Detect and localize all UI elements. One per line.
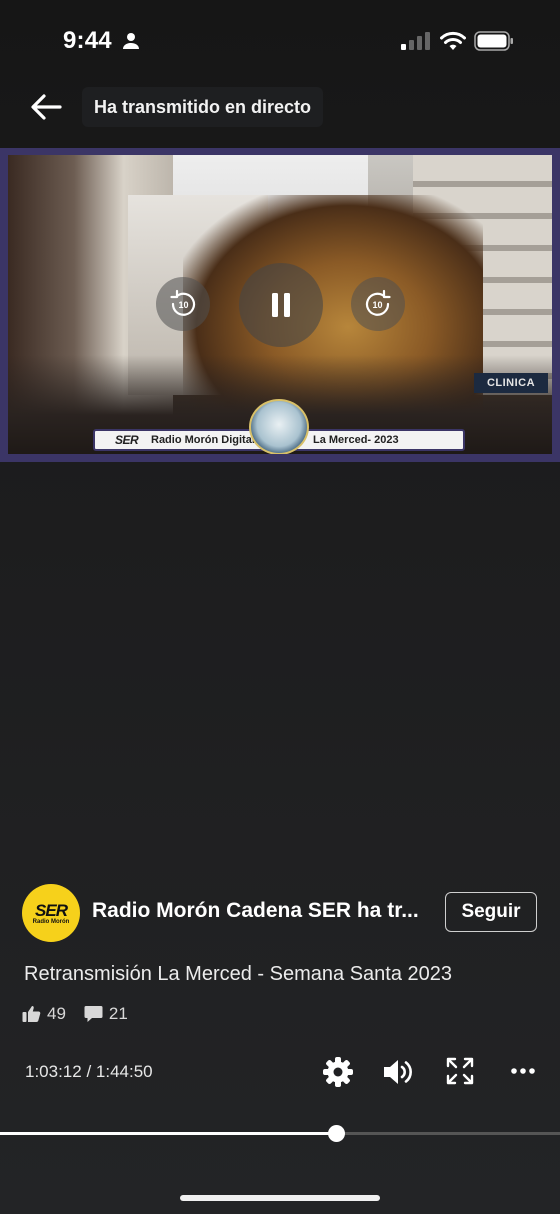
overlay-station: Radio Morón Digital: [151, 434, 255, 446]
top-bar: Ha transmitido en directo: [0, 84, 560, 130]
video-title: Retransmisión La Merced - Semana Santa 2…: [24, 963, 453, 985]
comments-count: 21: [108, 1004, 128, 1023]
rewind-10-button[interactable]: 10: [156, 277, 210, 331]
follow-button[interactable]: Seguir: [445, 892, 537, 932]
channel-name[interactable]: Radio Morón Cadena SER ha tr...: [92, 899, 419, 923]
page-title: Ha transmitido en directo: [82, 87, 324, 127]
battery-icon: [474, 31, 513, 51]
arrow-left-icon[interactable]: [28, 92, 64, 122]
progress-fill: [0, 1132, 336, 1135]
likes-count: 49: [47, 1004, 66, 1023]
comment-icon: [84, 1006, 103, 1022]
rewind-label: 10: [178, 300, 188, 310]
crest-logo: [249, 399, 309, 454]
pause-button[interactable]: [239, 263, 323, 347]
wifi-icon: [440, 31, 466, 50]
video-player[interactable]: CLINICA SER Radio Morón Digital La Merce…: [8, 155, 552, 454]
avatar-subtitle: Radio Morón: [32, 919, 70, 925]
person-icon: [123, 33, 139, 49]
video-frame: CLINICA SER Radio Morón Digital La Merce…: [0, 148, 560, 462]
home-indicator: [180, 1195, 380, 1201]
overlay-event: La Merced- 2023: [313, 434, 399, 446]
status-bar: 9:44: [0, 0, 560, 80]
more-options-icon[interactable]: [510, 1064, 536, 1078]
progress-scrubber[interactable]: [328, 1125, 345, 1142]
channel-avatar[interactable]: SER Radio Morón: [22, 884, 80, 942]
video-scene-sign: CLINICA: [474, 373, 548, 393]
status-time: 9:44: [63, 27, 112, 54]
thumbs-up-icon: [22, 1006, 41, 1022]
signal-icon: [401, 32, 430, 50]
time-display: 1:03:12 / 1:44:50: [25, 1062, 153, 1081]
engagement-stats: 49 21: [22, 1003, 128, 1025]
forward-10-button[interactable]: 10: [351, 277, 405, 331]
likes-group[interactable]: 49: [22, 1004, 66, 1024]
overlay-brand: SER: [115, 433, 139, 447]
forward-label: 10: [372, 300, 382, 310]
fullscreen-icon[interactable]: [445, 1056, 475, 1086]
gear-icon[interactable]: [322, 1056, 354, 1088]
comments-group[interactable]: 21: [66, 1004, 128, 1024]
avatar-logo: SER: [35, 901, 68, 920]
volume-icon[interactable]: [381, 1056, 415, 1088]
pause-icon: [272, 293, 290, 317]
progress-bar[interactable]: [0, 1125, 560, 1142]
channel-row: SER Radio Morón Radio Morón Cadena SER h…: [22, 882, 542, 942]
rewind-icon: 10: [170, 289, 196, 316]
forward-icon: 10: [365, 289, 391, 316]
